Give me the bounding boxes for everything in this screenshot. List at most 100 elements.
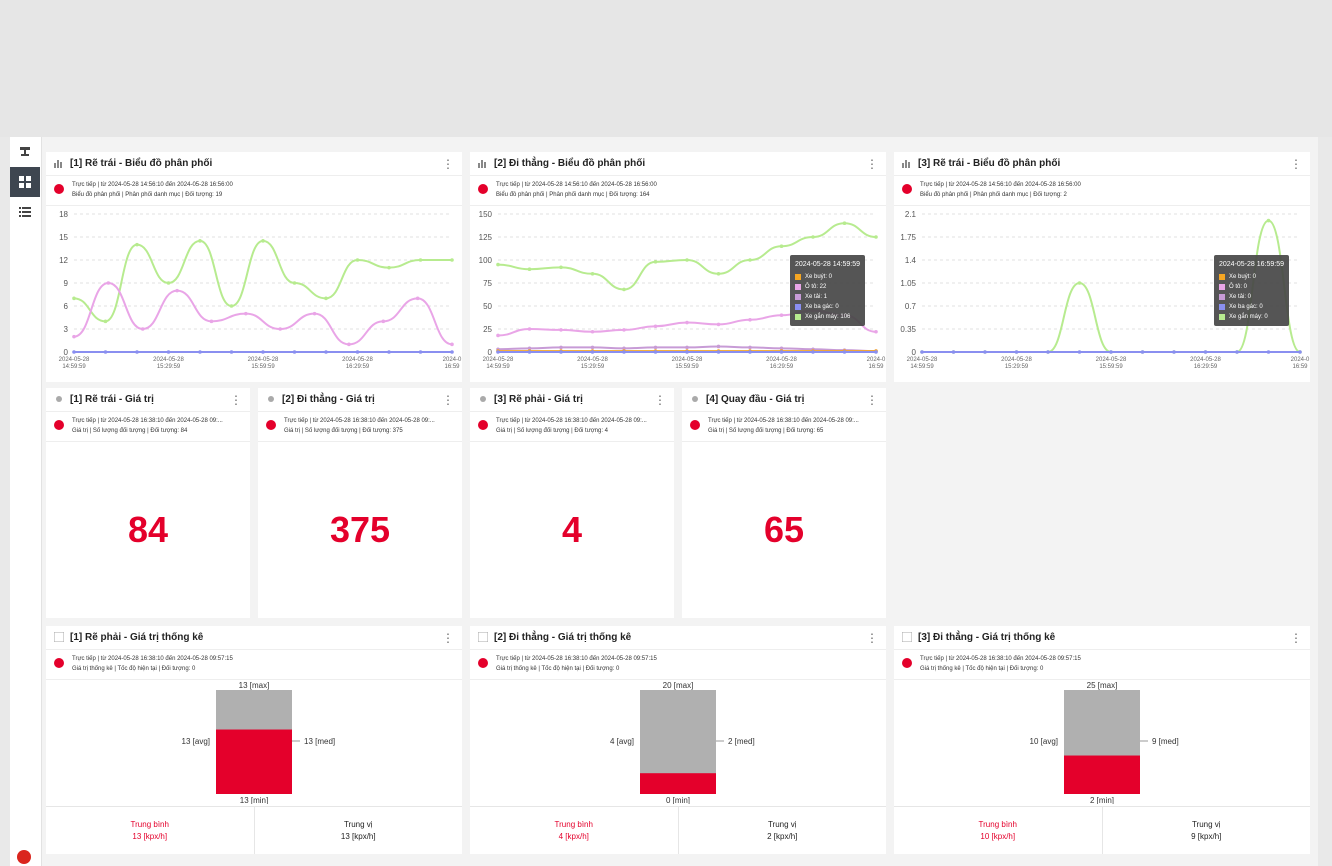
average-value: 10 [kpx/h]: [980, 832, 1016, 841]
data-point: [450, 342, 454, 347]
card-meta: Trực tiếp | từ 2024-05-28 14:56:10 đến 2…: [46, 176, 462, 206]
max-label: 20 [max]: [663, 681, 694, 690]
x-tick-label: 14:59:59: [910, 364, 934, 370]
distribution-chart: 18151296302024-05-2814:59:592024-05-2815…: [59, 210, 462, 370]
card-meta: Trực tiếp | từ 2024-05-28 16:38:10 đến 2…: [894, 650, 1310, 680]
tooltip-row: Xe ba gác: 0: [1219, 302, 1284, 312]
language-flag-icon[interactable]: [17, 850, 31, 864]
card-title: [2] Đi thẳng - Giá trị thống kê: [494, 632, 632, 643]
data-point: [874, 235, 878, 239]
more-options-icon[interactable]: ⋮: [1290, 157, 1302, 171]
x-tick-label: 2024-05-28: [577, 357, 608, 363]
value-icon: [54, 391, 64, 409]
meta-line-1: Trực tiếp | từ 2024-05-28 16:38:10 đến 2…: [708, 418, 859, 424]
data-point: [496, 333, 500, 338]
average-label: Trung bình: [978, 820, 1017, 829]
bar-chart-icon: [54, 155, 64, 173]
y-tick-label: 1.05: [900, 279, 916, 288]
data-point: [103, 350, 108, 354]
top-band: [0, 0, 1332, 137]
meta-line-2: Giá trị thống kê | Tốc độ hiện tại | Đối…: [72, 666, 196, 672]
data-point: [261, 350, 265, 354]
tooltip-label: Xe buýt: 0: [1229, 274, 1257, 280]
card-header: [1] Rẽ trái - Biểu đồ phân phối ⋮: [46, 152, 462, 176]
card-title: [1] Rẽ phải - Giá trị thống kê: [70, 632, 204, 643]
stat-chart: 20 [max] 0 [min] 4 [avg] 2 [med]: [610, 681, 755, 804]
data-point: [496, 350, 500, 354]
data-point: [811, 350, 815, 354]
legend-swatch: [1219, 274, 1225, 280]
data-point: [653, 260, 658, 264]
distribution-card: [1] Rẽ trái - Biểu đồ phân phối ⋮ Trực t…: [46, 152, 462, 382]
card-header: [2] Đi thẳng - Giá trị thống kê ⋮: [470, 626, 886, 650]
tooltip-time: 2024-05-28 16:59:59: [1219, 261, 1284, 268]
stat-chart: 13 [max] 13 [min] 13 [avg] 13 [med]: [182, 681, 336, 804]
data-point: [140, 327, 145, 331]
average-fill: [216, 729, 292, 794]
more-options-icon[interactable]: ⋮: [866, 157, 878, 171]
list-icon[interactable]: [10, 197, 40, 227]
y-tick-label: 9: [64, 279, 69, 288]
data-point: [716, 344, 721, 349]
x-tick-label: 2024-05-28: [1190, 357, 1221, 363]
stat-footer: Trung bình 10 [kpx/h] Trung vị 9 [kpx/h]: [894, 806, 1310, 854]
meta-line-2: Giá trị thống kê | Tốc độ hiện tại | Đối…: [496, 666, 620, 672]
more-options-icon[interactable]: ⋮: [654, 393, 666, 407]
median-label: Trung vị: [343, 820, 373, 829]
more-options-icon[interactable]: ⋮: [230, 393, 242, 407]
x-tick-label: 2024-05-28: [59, 357, 90, 363]
card-meta: Trực tiếp | từ 2024-05-28 16:38:10 đến 2…: [46, 650, 462, 680]
dashboard-icon[interactable]: [10, 167, 40, 197]
data-point: [590, 350, 595, 354]
legend-swatch: [1219, 284, 1225, 290]
min-label: 2 [min]: [1090, 796, 1114, 804]
data-point: [622, 287, 626, 292]
data-point: [450, 350, 454, 354]
median-value: 2 [kpx/h]: [767, 832, 798, 841]
average-cell: Trung bình 4 [kpx/h]: [470, 807, 678, 854]
average-fill: [640, 773, 716, 794]
card-header: [2] Đi thẳng - Biểu đồ phân phối ⋮: [470, 152, 886, 176]
more-options-icon[interactable]: ⋮: [442, 393, 454, 407]
bar-chart-icon: [478, 155, 488, 173]
median-label-chart: 13 [med]: [304, 737, 335, 746]
average-fill: [1064, 755, 1140, 794]
stats-icon: [901, 629, 913, 647]
meta-line-1: Trực tiếp | từ 2024-05-28 16:38:10 đến 2…: [496, 418, 647, 424]
data-point: [1266, 218, 1271, 223]
x-tick-label: 2024-05-28: [1001, 357, 1032, 363]
more-options-icon[interactable]: ⋮: [442, 157, 454, 171]
sidebar: [10, 137, 42, 866]
live-indicator: [478, 184, 488, 194]
more-options-icon[interactable]: ⋮: [1290, 631, 1302, 645]
live-indicator: [478, 420, 488, 430]
data-point: [1077, 350, 1082, 354]
live-indicator: [54, 184, 64, 194]
tooltip-label: Xe ba gác: 0: [805, 304, 839, 310]
camera-icon[interactable]: [10, 137, 40, 167]
y-tick-label: 1.75: [900, 233, 916, 242]
median-cell: Trung vị 9 [kpx/h]: [1101, 807, 1311, 854]
y-tick-label: 1.4: [905, 256, 917, 265]
more-options-icon[interactable]: ⋮: [442, 631, 454, 645]
card-meta: Trực tiếp | từ 2024-05-28 16:38:10 đến 2…: [470, 412, 674, 442]
legend-swatch: [1219, 304, 1225, 310]
y-tick-label: 18: [59, 210, 68, 219]
meta-line-1: Trực tiếp | từ 2024-05-28 14:56:10 đến 2…: [496, 182, 657, 188]
median-label-chart: 2 [med]: [728, 737, 755, 746]
x-tick-label: 2024-05-28: [248, 357, 279, 363]
y-tick-label: 100: [479, 256, 493, 265]
y-tick-label: 0.7: [905, 302, 917, 311]
card-header: [1] Rẽ phải - Giá trị thống kê ⋮: [46, 626, 462, 650]
card-title: [1] Rẽ trái - Giá trị: [70, 394, 154, 405]
data-point: [920, 350, 924, 354]
tooltip-row: Xe tải: 0: [1219, 292, 1284, 302]
data-point: [842, 221, 847, 225]
data-point: [559, 345, 563, 350]
more-options-icon[interactable]: ⋮: [866, 631, 878, 645]
stat-card: [1] Rẽ phải - Giá trị thống kê ⋮ Trực ti…: [46, 626, 462, 854]
chart-tooltip: 2024-05-28 14:59:59 Xe buýt: 0 Ô tô: 22 Xe…: [790, 255, 865, 326]
data-point: [355, 258, 360, 262]
tooltip-row: Xe tải: 1: [795, 292, 860, 302]
more-options-icon[interactable]: ⋮: [866, 393, 878, 407]
